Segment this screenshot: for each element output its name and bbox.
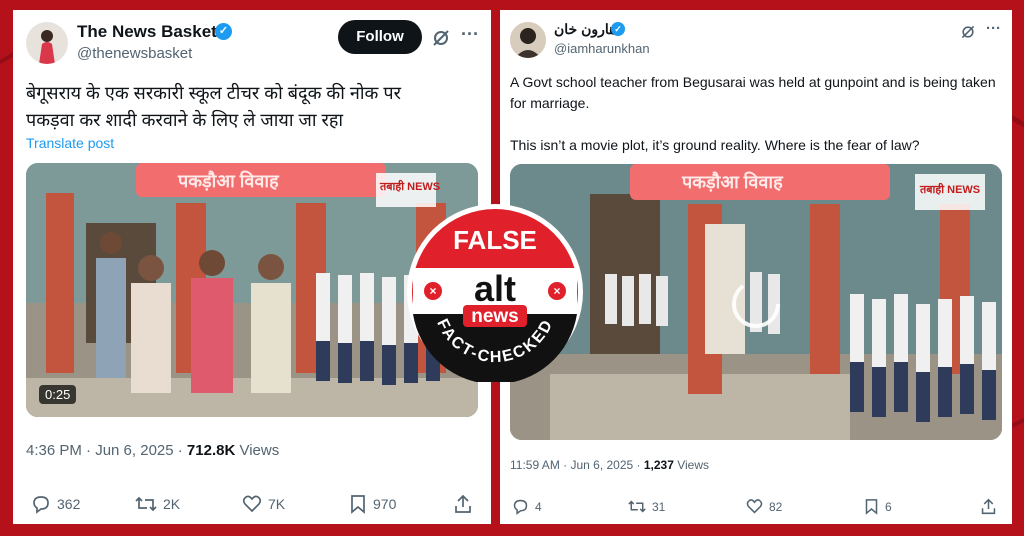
follow-button[interactable]: Follow [338,20,422,54]
alt-news-logo-bottom: news [471,306,519,327]
like-count: 7K [268,496,286,512]
post-time: 11:59 AM · Jun 6, 2025 · [510,458,644,472]
video-watermark: तबाही NEWS [380,181,441,193]
repost-count: 31 [652,499,666,514]
like-icon [242,495,262,513]
reply-icon [33,496,49,514]
share-icon [981,498,996,515]
alt-news-logo-top: alt [474,268,516,309]
share-icon [455,494,471,513]
reply-icon [513,499,528,515]
post-text: बेगूसराय के एक सरकारी स्कूल टीचर को बंदू… [26,83,401,130]
svg-text:×: × [429,284,436,298]
video-watermark: तबाही NEWS [920,184,981,196]
video-banner-text: पकड़ौआ विवाह [682,172,783,192]
video-banner-text: पकड़ौआ विवाह [178,171,279,191]
bookmark-count: 970 [373,496,397,512]
bookmark-icon [865,499,878,515]
avatar[interactable] [510,22,546,58]
bookmark-button[interactable]: 970 [349,494,396,514]
bookmark-count: 6 [885,499,892,514]
views-label: Views [673,458,710,472]
svg-text:×: × [553,284,560,298]
repost-count: 2K [163,496,181,512]
verified-badge-icon: ✓ [215,23,232,40]
more-icon[interactable]: ··· [986,20,1001,37]
post-time: 4:36 PM · Jun 6, 2025 · [26,442,187,459]
verified-badge-icon: ✓ [611,22,625,36]
like-button[interactable]: 7K [242,494,285,514]
views-count: 1,237 [643,458,674,472]
translate-post-link[interactable]: Translate post [26,135,114,151]
post-text-line1: A Govt school teacher from Begusarai was… [510,74,996,111]
repost-button[interactable]: 2K [135,494,180,514]
share-button[interactable] [453,494,473,514]
repost-icon [628,500,646,513]
bookmark-button[interactable]: 6 [864,498,892,515]
post-text-line2: This isn’t a movie plot, it’s ground rea… [510,137,920,153]
bookmark-icon [351,495,365,514]
video-duration: 0:25 [39,385,77,404]
false-fact-checked-stamp: × × FALSE alt news FACT-CHECKED [405,202,585,385]
post-timestamp[interactable]: 4:36 PM · Jun 6, 2025 · 712.8K Views [26,442,279,459]
views-label: Views [235,442,280,459]
like-icon [746,499,763,514]
share-button[interactable] [980,498,997,515]
like-button[interactable]: 82 [746,498,782,515]
post-timestamp[interactable]: 11:59 AM · Jun 6, 2025 · 1,237 Views [510,458,709,472]
display-name[interactable]: The News Basket [77,22,217,42]
avatar[interactable] [26,22,68,64]
reply-button[interactable]: 362 [31,494,80,514]
repost-button[interactable]: 31 [628,498,665,515]
like-count: 82 [769,499,783,514]
grok-icon[interactable] [431,28,451,53]
reply-button[interactable]: 4 [512,498,542,515]
more-icon[interactable]: ··· [461,24,479,45]
repost-icon [135,496,157,512]
stamp-false-text: FALSE [453,225,537,255]
reply-count: 362 [57,496,81,512]
user-handle[interactable]: @iamharunkhan [554,41,650,56]
display-name[interactable]: هارون خان [554,21,617,38]
avatar-image [510,22,546,58]
reply-count: 4 [535,499,542,514]
avatar-image [39,30,55,64]
views-count: 712.8K [186,442,236,459]
grok-icon[interactable] [960,24,976,45]
user-handle[interactable]: @thenewsbasket [77,45,192,62]
